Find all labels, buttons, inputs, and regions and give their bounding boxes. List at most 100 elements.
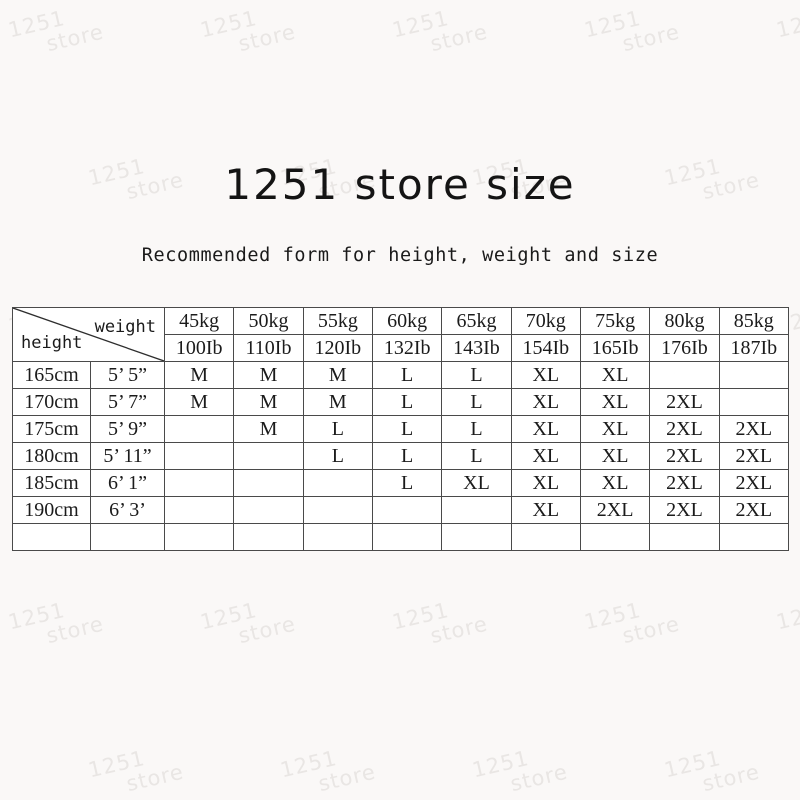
height-cm-header: 170cm: [12, 388, 91, 416]
size-cell-empty: [649, 361, 720, 389]
weight-lb-header: 165Ib: [579, 334, 651, 362]
size-cell: M: [233, 361, 304, 389]
spacer-cell: [441, 523, 512, 551]
watermark-text: 1251store: [662, 746, 763, 797]
watermark-text: 1251store: [390, 6, 491, 57]
weight-kg-header: 65kg: [441, 307, 512, 335]
height-cm-header: 185cm: [12, 469, 91, 497]
size-cell: 2XL: [649, 388, 720, 416]
size-cell-empty: [371, 496, 443, 524]
spacer-cell: [163, 523, 235, 551]
weight-kg-header: 55kg: [302, 307, 373, 335]
page-subtitle: Recommended form for height, weight and …: [141, 245, 659, 266]
size-cell-empty: [302, 496, 373, 524]
weight-lb-header: 187Ib: [718, 334, 789, 362]
watermark-text: 1251store: [390, 598, 491, 649]
weight-kg-header: 80kg: [649, 307, 720, 335]
size-cell: XL: [510, 388, 581, 416]
table-header-row-kg: weight height 45kg 50kg 55kg 60kg 65kg 70kg 75kg…: [12, 307, 789, 362]
spacer-cell: [90, 523, 165, 551]
size-cell: L: [441, 442, 512, 470]
size-cell: XL: [510, 442, 581, 470]
watermark-text: 1251store: [774, 598, 800, 635]
size-cell: XL: [579, 415, 651, 443]
size-cell: XL: [510, 415, 581, 443]
spacer-cell: [371, 523, 443, 551]
weight-lb-header: 132Ib: [371, 334, 443, 362]
height-cm-header: 165cm: [12, 361, 91, 389]
watermark-text: 1251store: [6, 6, 107, 57]
size-cell: XL: [579, 442, 651, 470]
size-cell: 2XL: [649, 442, 720, 470]
size-cell-empty: [718, 388, 789, 416]
size-cell-empty: [163, 469, 235, 497]
watermark-text: 1251store: [6, 598, 107, 649]
size-cell: 2XL: [718, 496, 789, 524]
size-cell: XL: [510, 361, 581, 389]
size-cell: 2XL: [649, 469, 720, 497]
size-cell: XL: [579, 388, 651, 416]
size-cell: M: [233, 415, 304, 443]
size-cell: 2XL: [718, 415, 789, 443]
table-row: 170cm 5’ 7” M M M L L XL XL 2XL: [12, 388, 789, 416]
spacer-cell: [718, 523, 789, 551]
watermark-text: 1251store: [198, 598, 299, 649]
size-cell: L: [371, 361, 443, 389]
size-cell-empty: [163, 496, 235, 524]
height-cm-header: 190cm: [12, 496, 91, 524]
weight-kg-header: 45kg: [163, 307, 235, 335]
size-cell: L: [302, 415, 373, 443]
size-cell: L: [441, 415, 512, 443]
spacer-cell: [302, 523, 373, 551]
table-row: 185cm 6’ 1” L XL XL XL 2XL 2XL: [12, 469, 789, 497]
height-ft-header: 5’ 5”: [90, 361, 165, 389]
height-ft-header: 5’ 9”: [90, 415, 165, 443]
size-cell: L: [371, 388, 443, 416]
weight-kg-header: 70kg: [510, 307, 581, 335]
size-cell: XL: [441, 469, 512, 497]
height-ft-header: 6’ 3’: [90, 496, 165, 524]
size-cell: 2XL: [718, 442, 789, 470]
size-cell: L: [371, 442, 443, 470]
size-cell-empty: [718, 361, 789, 389]
size-cell: M: [302, 361, 373, 389]
watermark-text: 1251store: [278, 746, 379, 797]
weight-lb-header: 176Ib: [649, 334, 720, 362]
spacer-cell: [233, 523, 304, 551]
page-title: 1251 store size: [224, 160, 576, 209]
watermark-text: 1251store: [582, 598, 683, 649]
spacer-cell: [649, 523, 720, 551]
size-cell: XL: [579, 469, 651, 497]
weight-lb-header: 154Ib: [510, 334, 581, 362]
size-cell: L: [441, 388, 512, 416]
height-axis-label: height: [21, 333, 83, 353]
weight-kg-header: 75kg: [579, 307, 651, 335]
size-cell: 2XL: [649, 415, 720, 443]
table-row: 180cm 5’ 11” L L L XL XL 2XL 2XL: [12, 442, 789, 470]
watermark-text: 1251store: [774, 6, 800, 43]
size-cell-empty: [163, 442, 235, 470]
watermark-text: 1251store: [86, 746, 187, 797]
watermark-text: 1251store: [470, 746, 571, 797]
size-cell-empty: [163, 415, 235, 443]
size-chart-table: weight height 45kg 50kg 55kg 60kg 65kg 70kg 75kg…: [12, 307, 789, 551]
size-cell: M: [233, 388, 304, 416]
table-row: 165cm 5’ 5” M M M L L XL XL: [12, 361, 789, 389]
size-cell: M: [163, 361, 235, 389]
size-cell: 2XL: [579, 496, 651, 524]
size-cell: M: [163, 388, 235, 416]
spacer-cell: [12, 523, 91, 551]
size-cell: XL: [510, 496, 581, 524]
size-cell: L: [371, 415, 443, 443]
height-ft-header: 5’ 7”: [90, 388, 165, 416]
size-cell: L: [302, 442, 373, 470]
table-row: 190cm 6’ 3’ XL 2XL 2XL 2XL: [12, 496, 789, 524]
size-cell-empty: [233, 442, 304, 470]
size-cell: L: [441, 361, 512, 389]
size-cell: L: [371, 469, 443, 497]
spacer-cell: [579, 523, 651, 551]
weight-lb-header: 143Ib: [441, 334, 512, 362]
size-cell: XL: [579, 361, 651, 389]
size-cell-empty: [302, 469, 373, 497]
height-cm-header: 180cm: [12, 442, 91, 470]
